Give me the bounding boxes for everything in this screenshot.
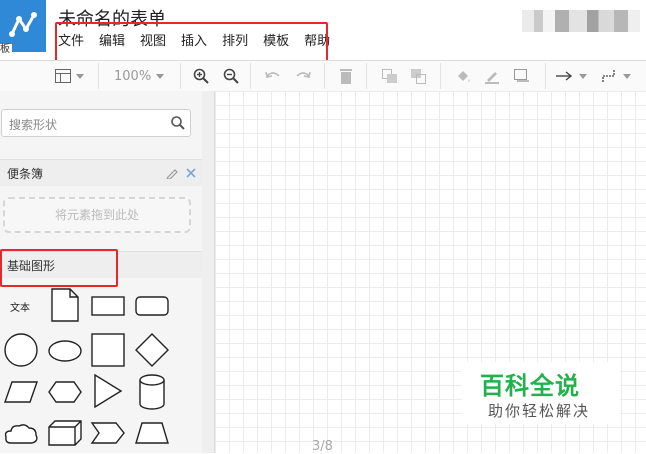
close-icon[interactable] [186,168,196,178]
user-info-blurred[interactable] [522,10,640,32]
delete-button[interactable] [340,67,352,85]
watermark-subtitle: 助你轻松解决 [488,402,591,420]
notes-section-header[interactable]: 便条簿 [0,159,202,186]
shadow-box-icon [514,69,529,82]
paint-bucket-icon [458,70,470,82]
shape-text[interactable]: 文本 [10,299,30,314]
zoom-select[interactable]: 100% [114,67,165,85]
panel-toggle-button[interactable] [55,67,84,85]
elbow-connector-icon [602,70,615,82]
pen-icon [485,71,499,84]
shape-circle[interactable] [3,332,39,368]
zoom-in-button[interactable] [193,67,209,85]
shape-triangle[interactable] [92,373,124,409]
menu-highlight-box [55,22,328,62]
redo-icon [296,71,311,78]
basic-shapes-grid: 文本 [0,287,202,453]
shape-parallelogram[interactable] [3,380,39,404]
bring-to-front-icon [382,68,397,83]
arrow-right-icon [556,71,573,81]
trash-icon [340,68,352,84]
layout-panel-icon [55,69,71,83]
watermark: 百科全说 助你轻松解决 [462,362,620,424]
chevron-down-icon [579,73,587,79]
page-indicator: 3/8 [312,439,333,454]
undo-button[interactable] [265,67,281,85]
shape-sidebar: 搜索形状 便条簿 将元素拖到此处 基础图形 文本 [0,91,203,453]
undo-icon [265,71,280,78]
bring-front-button[interactable] [382,67,398,85]
sidebar-scrollbar[interactable] [202,91,215,453]
connector-style-select[interactable] [556,67,587,85]
toolbar: 100% [0,60,646,92]
fill-color-button[interactable] [455,67,471,85]
shape-cylinder[interactable] [138,373,166,411]
chevron-down-icon [156,73,165,79]
shape-rectangle[interactable] [90,295,126,317]
diagram-logo-icon [9,12,37,37]
shape-rounded-rectangle[interactable] [134,295,170,317]
zoom-in-icon [193,68,209,84]
waypoint-select[interactable] [602,67,631,85]
scratchpad-drop-zone[interactable]: 将元素拖到此处 [3,197,191,233]
shape-cube[interactable] [47,419,83,447]
shape-document[interactable] [50,287,80,323]
app-header: 板 未命名的表单 文件 编辑 视图 插入 排列 模板 帮助 [0,0,646,62]
shape-hexagon[interactable] [47,380,83,404]
section-highlight-box [0,249,118,287]
logo-tag: 板 [0,44,12,56]
send-back-button[interactable] [411,67,427,85]
shape-ellipse[interactable] [47,339,83,363]
zoom-level: 100% [114,68,152,84]
line-color-button[interactable] [484,67,500,85]
send-to-back-icon [411,68,426,84]
edit-pencil-icon[interactable] [166,167,178,179]
search-icon[interactable] [171,116,185,130]
shape-search-input[interactable]: 搜索形状 [1,109,191,137]
redo-button[interactable] [295,67,311,85]
shape-square[interactable] [90,332,126,368]
chevron-down-icon [76,73,84,79]
watermark-title: 百科全说 [480,372,580,400]
notes-section-title: 便条簿 [7,167,44,181]
zoom-out-button[interactable] [223,67,239,85]
shape-trapezoid[interactable] [134,421,170,445]
search-placeholder: 搜索形状 [9,118,58,132]
chevron-down-icon [623,73,631,79]
zoom-out-icon [223,68,239,84]
shape-step-arrow[interactable] [90,421,126,445]
shape-cloud[interactable] [3,421,39,447]
shadow-button[interactable] [514,67,530,85]
shape-diamond[interactable] [134,332,170,368]
